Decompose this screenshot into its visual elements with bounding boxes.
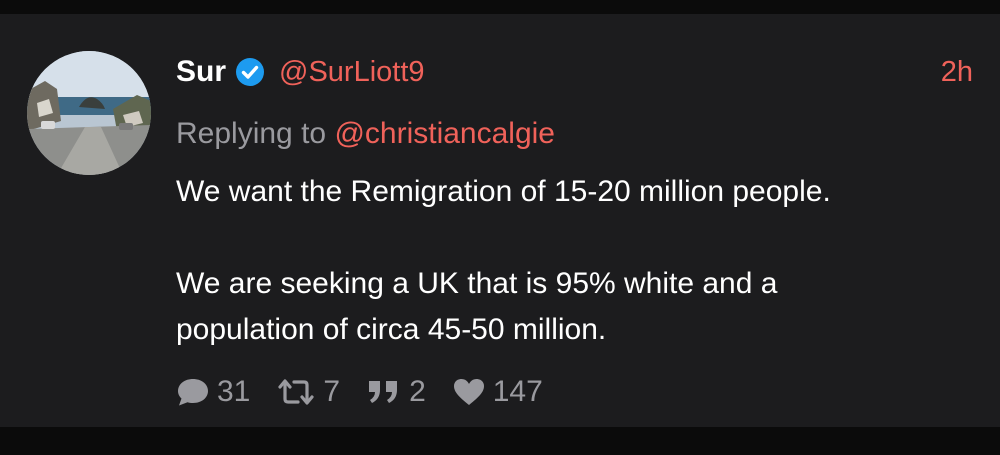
reply-bubble-icon: [178, 379, 208, 406]
quote-icon: [369, 381, 398, 403]
quote-button[interactable]: 2: [366, 375, 426, 409]
post-actions: 31 7 2 147: [176, 372, 569, 412]
like-button[interactable]: 147: [452, 375, 543, 409]
heart-icon: [453, 379, 484, 405]
author-name[interactable]: Sur: [176, 55, 226, 89]
reply-count: 31: [217, 375, 251, 408]
replying-to: Replying to @christiancalgie: [176, 114, 555, 154]
avatar-photo-icon: [27, 51, 151, 175]
replying-to-prefix: Replying to: [176, 117, 327, 150]
repost-button[interactable]: 7: [276, 375, 340, 409]
replying-to-handle[interactable]: @christiancalgie: [334, 117, 555, 150]
like-count: 147: [492, 375, 543, 408]
author-handle[interactable]: @SurLiott9: [279, 56, 425, 89]
repost-icon: [278, 379, 314, 405]
verified-badge-icon: [235, 57, 265, 87]
bottom-separator: [0, 427, 1000, 455]
post-text: We want the Remigration of 15-20 million…: [176, 169, 976, 353]
reply-button[interactable]: 31: [176, 375, 250, 409]
post-paragraph-2-line-2: population of circa 45-50 million.: [176, 313, 607, 346]
quote-count: 2: [409, 375, 426, 408]
post-timestamp[interactable]: 2h: [941, 52, 973, 92]
post-paragraph-1: We want the Remigration of 15-20 million…: [176, 175, 831, 208]
repost-count: 7: [323, 375, 341, 408]
avatar[interactable]: [27, 51, 151, 175]
post-paragraph-2-line-1: We are seeking a UK that is 95% white an…: [176, 267, 778, 300]
post-header: Sur @SurLiott9: [176, 52, 425, 92]
post-card[interactable]: Sur @SurLiott9 2h Replying to @christian…: [0, 14, 1000, 427]
top-separator: [0, 0, 1000, 14]
